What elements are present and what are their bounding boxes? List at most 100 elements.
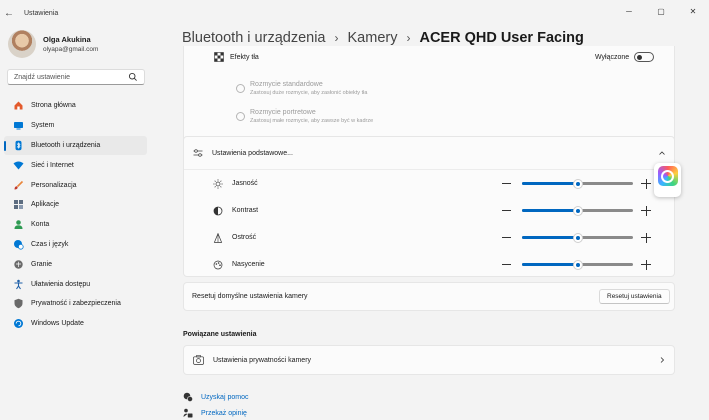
brightness-slider[interactable] [522,178,633,189]
slider-row-brightness: Jasność [184,173,674,194]
saturation-icon [213,260,223,269]
accessibility-icon [14,279,23,289]
breadcrumb-cameras[interactable]: Kamery [348,30,398,46]
sidebar-item-time-language[interactable]: Czas i język [4,235,147,255]
divider [184,169,674,170]
contrast-slider[interactable] [522,205,633,216]
sidebar-item-accessibility[interactable]: Ułatwienia dostępu [4,274,147,294]
window-title: Ustawienia [24,9,59,17]
sidebar-item-network[interactable]: Sieć i Internet [4,155,147,175]
radio-option-standard-blur[interactable]: Rozmycie standardowe Zastosuj duże rozmy… [184,78,674,98]
slider-thumb[interactable] [572,205,583,216]
sidebar-item-label: Czas i język [31,240,69,248]
camera-privacy-settings-link[interactable]: Ustawienia prywatności kamery [183,345,675,375]
saturation-slider[interactable] [522,259,633,270]
back-arrow-icon[interactable]: ← [0,0,18,26]
help-icon [183,392,193,402]
minimize-button[interactable]: ─ [613,0,645,22]
option-title: Rozmycie standardowe [250,80,323,88]
radio-button[interactable] [236,111,245,121]
sidebar-item-label: System [31,122,55,130]
avatar [8,30,36,58]
background-effects-state: Wyłączone [595,53,630,61]
account-icon [14,220,23,230]
chevron-up-icon[interactable] [658,149,666,157]
sidebar-item-label: Personalizacja [31,181,77,189]
feedback-text[interactable]: Przekaż opinię [201,410,247,417]
app-logo-icon [657,166,678,186]
sidebar-item-home[interactable]: Strona główna [4,96,147,116]
search-input[interactable]: Znajdź ustawienie [7,69,145,85]
breadcrumb-bluetooth[interactable]: Bluetooth i urządzenia [182,30,326,46]
slider-label: Ostrość [232,234,257,241]
slider-thumb[interactable] [572,232,583,243]
get-help-text[interactable]: Uzyskaj pomoc [201,394,248,401]
slider-thumb[interactable] [572,178,583,189]
sidebar-item-label: Ułatwienia dostępu [31,280,91,288]
increase-icon[interactable] [641,178,651,189]
decrease-icon[interactable] [502,183,511,184]
slider-row-contrast: Kontrast [184,200,674,221]
user-profile[interactable]: Olga Akukina olyapa@gmail.com [8,30,98,58]
camera-icon [193,355,204,365]
update-icon [14,319,23,329]
slider-label: Nasycenie [232,261,265,268]
slider-thumb[interactable] [572,259,583,270]
sidebar-item-label: Windows Update [31,320,84,328]
sidebar-item-accounts[interactable]: Konta [4,215,147,235]
radio-button[interactable] [236,83,245,93]
maximize-button[interactable]: ▢ [645,0,677,22]
sidebar-nav: Strona główna System Bluetooth i urządze… [4,96,147,334]
sidebar-item-label: Prywatność i zabezpieczenia [31,300,121,308]
decrease-icon[interactable] [502,210,511,211]
sidebar-item-bluetooth[interactable]: Bluetooth i urządzenia [4,135,147,156]
wifi-icon [13,161,24,170]
sidebar-item-apps[interactable]: Aplikacje [4,195,147,215]
sidebar-item-label: Bluetooth i urządzenia [31,141,101,149]
sidebar-item-privacy[interactable]: Prywatność i zabezpieczenia [4,294,147,314]
decrease-icon[interactable] [502,264,511,265]
apps-icon [14,200,23,210]
floating-app-widget[interactable] [654,163,681,197]
radio-option-portrait-blur[interactable]: Rozmycie portretowe Zastosuj małe rozmyc… [184,106,674,126]
get-help-link[interactable]: Uzyskaj pomoc [183,392,248,402]
slider-row-saturation: Nasycenie [184,254,674,275]
decrease-icon[interactable] [502,237,511,238]
increase-icon[interactable] [641,259,651,270]
sidebar-item-windows-update[interactable]: Windows Update [4,314,147,334]
background-effects-toggle[interactable] [634,52,654,62]
sidebar-item-label: Konta [31,221,50,229]
sidebar-item-system[interactable]: System [4,116,147,136]
reset-settings-button[interactable]: Resetuj ustawienia [599,289,670,304]
gamepad-icon [14,260,23,269]
window-controls: ─ ▢ ✕ [613,0,709,22]
home-icon [14,101,23,110]
close-button[interactable]: ✕ [677,0,709,22]
increase-icon[interactable] [641,205,651,216]
background-effects-label: Efekty tła [230,53,259,61]
basic-settings-header[interactable]: Ustawienia podstawowe... [184,143,674,163]
globe-clock-icon [14,239,24,250]
user-email: olyapa@gmail.com [43,46,99,53]
feedback-link[interactable]: Przekaż opinię [183,408,247,418]
sharpness-slider[interactable] [522,232,633,243]
search-icon [128,72,137,81]
slider-row-sharpness: Ostrość [184,227,674,248]
sidebar-item-label: Granie [31,260,53,268]
sidebar-item-personalization[interactable]: Personalizacja [4,175,147,195]
feedback-icon [183,408,193,418]
title-bar: ← Ustawienia ─ ▢ ✕ [0,0,709,26]
sidebar-item-gaming[interactable]: Granie [4,254,147,274]
user-name: Olga Akukina [43,35,91,44]
camera-privacy-label: Ustawienia prywatności kamery [213,357,312,364]
option-description: Zastosuj duże rozmycie, aby zasłonić obi… [250,89,368,96]
chevron-right-icon: › [406,31,411,45]
related-settings-title: Powiązane ustawienia [183,331,257,338]
option-description: Zastosuj małe rozmycie, aby zawsze być w… [250,117,374,124]
increase-icon[interactable] [641,232,651,243]
sidebar: Olga Akukina olyapa@gmail.com Znajdź ust… [0,26,155,420]
option-title: Rozmycie portretowe [250,108,316,116]
sharpness-icon [213,232,223,243]
shield-icon [14,299,23,309]
slider-label: Jasność [232,180,258,187]
